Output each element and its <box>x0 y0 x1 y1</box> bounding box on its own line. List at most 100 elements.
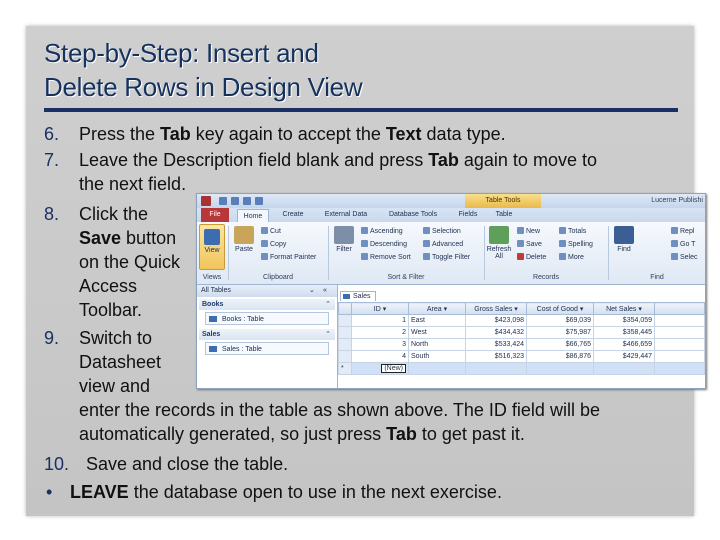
toggle-filter-button[interactable]: Toggle Filter <box>423 253 470 261</box>
new-record-button[interactable]: New <box>517 227 540 235</box>
redo-icon[interactable] <box>243 197 251 205</box>
cell-empty[interactable] <box>654 338 705 351</box>
cell-area[interactable]: South <box>408 350 466 363</box>
tab-external-data[interactable]: External Data <box>317 208 375 222</box>
collapse-pane-icon[interactable]: « <box>323 285 327 297</box>
undo-icon[interactable] <box>231 197 239 205</box>
cell-empty[interactable] <box>465 362 527 375</box>
customize-qat-icon[interactable] <box>255 197 263 205</box>
cell-empty[interactable] <box>526 362 594 375</box>
cell-id[interactable]: 2 <box>351 326 409 339</box>
ascending-button[interactable]: Ascending <box>361 227 403 235</box>
paste-label: Paste <box>235 246 253 253</box>
row-selector-header[interactable] <box>338 302 352 315</box>
view-button[interactable]: View <box>199 224 225 270</box>
save-icon[interactable] <box>219 197 227 205</box>
row-selector[interactable] <box>338 338 352 351</box>
tab-fields[interactable]: Fields <box>453 208 483 222</box>
cell-empty[interactable] <box>654 350 705 363</box>
copy-button[interactable]: Copy <box>261 240 286 248</box>
add-column-header[interactable] <box>654 302 705 315</box>
tab-database-tools[interactable]: Database Tools <box>381 208 445 222</box>
nav-group-sales[interactable]: Sales ⌃ <box>199 329 335 340</box>
cell-gross-sales[interactable]: $423,098 <box>465 314 527 327</box>
step-7-post: again to move to <box>458 150 597 170</box>
goto-button[interactable]: Go T <box>671 240 695 248</box>
goto-icon <box>671 240 678 247</box>
cell-id-new[interactable]: (New) <box>351 362 409 375</box>
replace-button[interactable]: Repl <box>671 227 694 235</box>
ribbon: View Views Paste Cut Copy Format Painter… <box>197 222 705 285</box>
chevron-down-icon[interactable]: ⌄ <box>309 285 315 297</box>
nav-group-books[interactable]: Books ⌃ <box>199 299 335 310</box>
cell-id[interactable]: 4 <box>351 350 409 363</box>
cell-empty[interactable] <box>654 326 705 339</box>
step-8-line-3: on the Quick <box>79 252 181 272</box>
tab-table[interactable]: Table <box>489 208 519 222</box>
row-selector[interactable] <box>338 326 352 339</box>
totals-button[interactable]: Totals <box>559 227 586 235</box>
save-record-button[interactable]: Save <box>517 240 542 248</box>
cell-empty[interactable] <box>654 314 705 327</box>
column-header-gross-sales[interactable]: Gross Sales ▾ <box>465 302 527 315</box>
new-record-icon <box>517 227 524 234</box>
cell-id[interactable]: 1 <box>351 314 409 327</box>
spelling-label: Spelling <box>568 241 593 248</box>
advanced-button[interactable]: Advanced <box>423 240 463 248</box>
new-row-marker[interactable]: * <box>338 362 352 375</box>
cell-empty[interactable] <box>593 362 655 375</box>
cell-cost-of-goods[interactable]: $66,765 <box>526 338 594 351</box>
column-header-area[interactable]: Area ▾ <box>408 302 466 315</box>
nav-pane-header[interactable]: All Tables ⌄ « <box>197 285 337 297</box>
cell-cost-of-goods[interactable]: $69,039 <box>526 314 594 327</box>
spelling-button[interactable]: Spelling <box>559 240 593 248</box>
cell-cost-of-goods[interactable]: $75,987 <box>526 326 594 339</box>
more-button[interactable]: More <box>559 253 584 261</box>
tab-file[interactable]: File <box>201 208 229 222</box>
access-app-icon[interactable] <box>201 196 211 206</box>
cell-net-sales[interactable]: $354,059 <box>593 314 655 327</box>
filter-button[interactable]: Filter <box>331 226 357 253</box>
cell-cost-of-goods[interactable]: $86,876 <box>526 350 594 363</box>
cell-net-sales[interactable]: $358,445 <box>593 326 655 339</box>
tab-create[interactable]: Create <box>275 208 311 222</box>
delete-icon <box>517 253 524 260</box>
cell-net-sales[interactable]: $429,447 <box>593 350 655 363</box>
column-header-cost-of-goods[interactable]: Cost of Good ▾ <box>526 302 594 315</box>
table-row[interactable]: 2 West $434,432 $75,987 $358,445 <box>338 326 705 339</box>
cell-empty[interactable] <box>408 362 466 375</box>
cell-gross-sales[interactable]: $533,424 <box>465 338 527 351</box>
table-row[interactable]: 3 North $533,424 $66,765 $466,659 <box>338 338 705 351</box>
row-selector[interactable] <box>338 314 352 327</box>
cell-gross-sales[interactable]: $516,323 <box>465 350 527 363</box>
remove-sort-button[interactable]: Remove Sort <box>361 253 411 261</box>
delete-record-button[interactable]: Delete <box>517 253 546 261</box>
cell-empty[interactable] <box>654 362 705 375</box>
paste-button[interactable]: Paste <box>231 226 257 253</box>
table-row[interactable]: 1 East $423,098 $69,039 $354,059 <box>338 314 705 327</box>
column-header-net-sales[interactable]: Net Sales ▾ <box>593 302 655 315</box>
nav-item-sales-table[interactable]: Sales : Table <box>205 342 329 355</box>
tab-home[interactable]: Home <box>237 209 269 223</box>
cell-gross-sales[interactable]: $434,432 <box>465 326 527 339</box>
refresh-all-button[interactable]: Refresh All <box>486 226 512 260</box>
new-record-row[interactable]: * (New) <box>338 362 705 375</box>
column-header-id[interactable]: ID ▾ <box>351 302 409 315</box>
cell-id[interactable]: 3 <box>351 338 409 351</box>
format-painter-button[interactable]: Format Painter <box>261 253 316 261</box>
select-button[interactable]: Selec <box>671 253 698 261</box>
cell-area[interactable]: East <box>408 314 466 327</box>
chevron-up-icon: ⌃ <box>325 301 331 308</box>
descending-button[interactable]: Descending <box>361 240 407 248</box>
cell-area[interactable]: West <box>408 326 466 339</box>
find-button[interactable]: Find <box>611 226 637 253</box>
selection-button[interactable]: Selection <box>423 227 461 235</box>
step-8-button-word: button <box>121 228 177 248</box>
doc-tab-sales[interactable]: Sales <box>340 291 376 301</box>
cell-area[interactable]: North <box>408 338 466 351</box>
row-selector[interactable] <box>338 350 352 363</box>
cell-net-sales[interactable]: $466,659 <box>593 338 655 351</box>
nav-item-books-table[interactable]: Books : Table <box>205 312 329 325</box>
cut-button[interactable]: Cut <box>261 227 281 235</box>
table-row[interactable]: 4 South $516,323 $86,876 $429,447 <box>338 350 705 363</box>
